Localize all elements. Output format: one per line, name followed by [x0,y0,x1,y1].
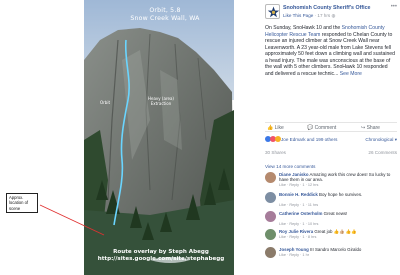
reactions-row: Joe Edmark and 199 others Chronological … [265,136,397,145]
post-photo[interactable]: Orbit, 5.8 Snow Creek Wall, WA Orbit Hea… [0,0,255,275]
more-options-icon[interactable]: ••• [391,4,397,10]
post-header: Snohomish County Sheriff's Office Like T… [261,2,400,22]
comment-meta[interactable]: Like · Reply · 1 · 8 hrs [279,235,316,239]
photo-title: Orbit, 5.8 Snow Creek Wall, WA [110,7,220,23]
photo-title-line1: Orbit, 5.8 [149,7,181,14]
share-label: Share [366,125,380,131]
post-time[interactable]: 17 hrs [317,13,330,18]
comment-text: Joseph Young III Sandro Marcelo Giraldo [279,247,397,252]
photo-credit: Route overlay by Steph Abegg http://site… [86,249,236,263]
comment-meta[interactable]: Like · Reply · 1 hr [279,253,309,257]
commenter-name[interactable]: Diane Janisko [279,172,309,177]
page-name[interactable]: Snohomish County Sheriff's Office [283,5,371,11]
photo-credit-url: http://sites.google.com/site/stephabegg [97,256,225,262]
commenter-avatar[interactable] [265,172,276,183]
comment-item: Bonnie H. Reddick Boy hope he survives. L… [265,192,397,210]
commenter-name[interactable]: Joseph Young [279,247,309,252]
comment-body: Great job 👍👍🏼 👍👍 [314,229,357,234]
photo-credit-line1: Route overlay by Steph Abegg [113,249,209,255]
label-extraction: Heavy (area) Extraction [148,96,174,106]
comment-text: Bonnie H. Reddick Boy hope he survives. [279,192,397,197]
sheriff-star-icon [267,6,279,18]
comment-meta[interactable]: Like · Reply · 1 · 12 hrs [279,183,318,187]
commenter-avatar[interactable] [265,247,276,258]
post-panel: Snohomish County Sheriff's Office Like T… [261,0,400,275]
label-orbit: Orbit [100,100,111,105]
comment-item: Catherine Osterholm Great news! Like · Re… [265,211,397,229]
commenter-name[interactable]: Catherine Osterholm [279,211,322,216]
commenter-avatar[interactable] [265,192,276,203]
comment-text: Roy Julie Rivera Great job 👍👍🏼 👍👍 [279,229,397,234]
post-subline: Like This Page · 17 hrs ◍ [283,13,335,19]
commenter-name[interactable]: Roy Julie Rivera [279,229,313,234]
comment-body: Boy hope he survives. [319,192,363,197]
comment-button[interactable]: 💬 Comment [307,125,336,131]
thumbs-up-icon: 👍 [267,125,274,131]
commenter-avatar[interactable] [265,211,276,222]
comments-count[interactable]: 26 Comments [368,150,397,155]
counts-row: 30 Shares 26 Comments [265,150,397,158]
globe-icon: ◍ [331,13,336,18]
chronological-label: Chronological [365,137,394,142]
see-more-link[interactable]: See More [340,71,362,77]
label-extraction-line2: Extraction [150,101,172,106]
comment-item: Roy Julie Rivera Great job 👍👍🏼 👍👍 Like · … [265,229,397,247]
post-actions-bar: 👍 Like 💬 Comment ↪ Share [265,122,397,132]
commenter-avatar[interactable] [265,229,276,240]
approx-location-box: Approx. location of scene [6,193,38,214]
chronological-dropdown[interactable]: Chronological ▾ [365,137,397,143]
like-page-link[interactable]: Like This Page [283,13,313,18]
comment-item: Joseph Young III Sandro Marcelo Giraldo L… [265,247,397,265]
comment-body: Great news! [323,211,348,216]
shares-count[interactable]: 30 Shares [265,150,286,155]
photo-title-line2: Snow Creek Wall, WA [130,15,200,22]
comment-icon: 💬 [307,125,314,131]
view-more-comments-link[interactable]: View 14 more comments [265,164,315,169]
share-button[interactable]: ↪ Share [361,125,380,131]
comment-item: Diane Janisko Amazing work this crew doe… [265,172,397,190]
like-label: Like [274,125,284,131]
comment-meta[interactable]: Like · Reply · 1 · 11 hrs [279,203,318,207]
chevron-down-icon: ▾ [394,137,397,142]
like-button[interactable]: 👍 Like [267,125,284,131]
commenter-name[interactable]: Bonnie H. Reddick [279,192,318,197]
cliff-photo-art [39,0,234,275]
comment-text: Catherine Osterholm Great news! [279,211,397,216]
comment-label: Comment [314,125,337,131]
comment-body: III Sandro Marcelo Giraldo [310,247,362,252]
comment-text: Diane Janisko Amazing work this crew doe… [279,172,397,183]
post-body-start: On Sunday, SnoHawk 10 and the [265,25,342,31]
post-body-rest: responded to Chelan County to rescue an … [265,31,395,77]
page-avatar[interactable] [265,4,280,19]
reactions-text[interactable]: Joe Edmark and 199 others [281,137,337,142]
comment-meta[interactable]: Like · Reply · 1 · 10 hrs [279,222,318,226]
share-icon: ↪ [361,125,366,131]
post-body: On Sunday, SnoHawk 10 and the Snohomish … [265,25,397,77]
